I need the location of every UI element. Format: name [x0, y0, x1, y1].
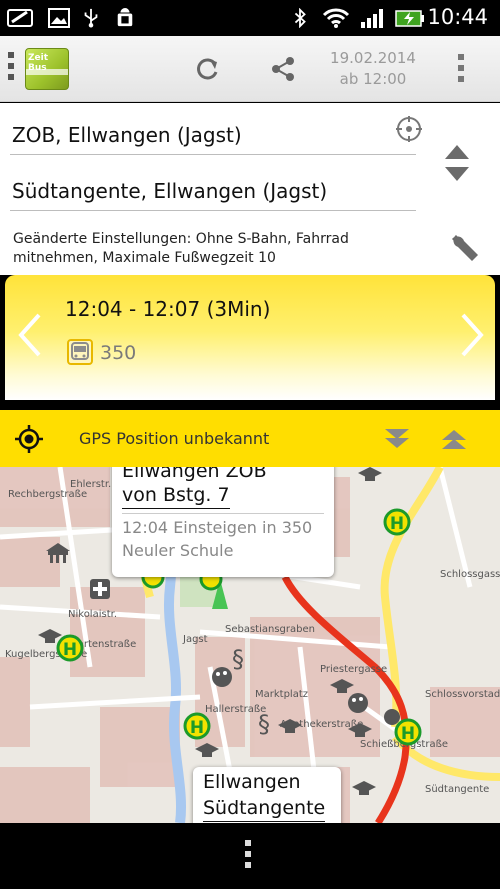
battery-charging-icon	[395, 10, 424, 27]
bus-icon	[67, 339, 93, 365]
street-label-rechberg: Rechbergstraße	[8, 489, 87, 500]
street-label-nikolai: Nikolaistr.	[68, 609, 117, 620]
refresh-icon[interactable]	[186, 48, 228, 90]
to-value: Südtangente, Ellwangen (Jagst)	[12, 179, 328, 203]
share-icon[interactable]	[262, 48, 304, 90]
bus-stop-icon[interactable]: H	[394, 718, 422, 746]
overflow-menu-icon[interactable]	[456, 54, 466, 86]
origin-divider	[122, 513, 324, 514]
status-time: 10:44	[427, 5, 488, 29]
connection-times: 12:04 - 12:07 (3Min)	[65, 297, 271, 321]
street-label-schlossgasse: Schlossgasse	[440, 569, 500, 580]
bus-stop-icon[interactable]: H	[183, 712, 211, 740]
from-value: ZOB, Ellwangen (Jagst)	[12, 123, 242, 147]
origin-detail-line-1: 12:04 Einsteigen in 350	[122, 518, 313, 537]
date-label: 19.02.2014	[330, 49, 416, 67]
street-label-jagst: Jagst	[182, 634, 208, 645]
street-label-priestergasse: Priestergasse	[320, 664, 387, 675]
screenshot-icon	[7, 9, 33, 27]
svg-text:§: §	[258, 710, 270, 738]
destination-info-bubble[interactable]: Ellwangen Südtangente	[193, 767, 341, 823]
menu-icon[interactable]	[245, 840, 253, 874]
street-label-suedtangente: Südtangente	[425, 784, 489, 795]
from-field[interactable]: ZOB, Ellwangen (Jagst)	[10, 111, 422, 155]
destination-title: Ellwangen	[203, 771, 301, 793]
usb-icon	[84, 8, 98, 28]
wrench-icon[interactable]	[448, 231, 480, 263]
date-time-selector[interactable]: 19.02.2014 ab 12:00	[318, 48, 428, 90]
gallery-icon	[48, 8, 70, 28]
status-bar: 10:44	[0, 0, 500, 36]
graduation-icon	[358, 467, 382, 481]
drawer-icon[interactable]	[8, 52, 20, 86]
bus-stop-icon[interactable]: H	[383, 508, 411, 536]
graduation-icon	[38, 629, 62, 643]
collapse-up-icon[interactable]	[440, 426, 468, 452]
action-bar: Zeit Bus 19.02.2014 ab 12:00	[0, 36, 500, 102]
settings-note[interactable]: Geänderte Einstellungen: Ohne S-Bahn, Fa…	[13, 230, 433, 268]
svg-text:H: H	[190, 718, 204, 738]
svg-text:§: §	[232, 645, 244, 673]
law-icon: §	[232, 645, 244, 673]
street-label-schlossvorstadt: Schlossvorstadt	[425, 689, 500, 700]
locate-icon[interactable]	[395, 115, 423, 143]
origin-info-bubble[interactable]: Ellwangen ZOB von Bstg. 7 12:04 Einsteig…	[112, 467, 334, 577]
swap-icon[interactable]	[441, 143, 473, 183]
gps-icon[interactable]	[14, 424, 44, 454]
gps-bar: GPS Position unbekannt	[0, 410, 500, 467]
map-view[interactable]: Rechbergstraße Ehlerstr. Kugelbergstraße…	[0, 467, 500, 823]
svg-text:H: H	[63, 640, 77, 660]
bluetooth-icon	[294, 8, 306, 28]
chevron-right-icon[interactable]	[457, 311, 487, 359]
route-form: ZOB, Ellwangen (Jagst) Südtangente, Ellw…	[0, 103, 500, 275]
law-icon: §	[258, 710, 270, 738]
graduation-icon	[352, 781, 376, 795]
origin-title: Ellwangen ZOB	[122, 467, 267, 482]
time-label: ab 12:00	[339, 70, 407, 88]
bus-stop-icon[interactable]: H	[56, 634, 84, 662]
to-field[interactable]: Südtangente, Ellwangen (Jagst)	[10, 167, 416, 211]
hospital-icon	[90, 579, 110, 599]
expand-down-icon[interactable]	[383, 426, 411, 452]
app-logo[interactable]: Zeit Bus	[25, 48, 69, 90]
street-label-marktplatz: Marktplatz	[255, 689, 308, 700]
origin-detail-line-2: Neuler Schule	[122, 541, 234, 560]
chevron-left-icon[interactable]	[15, 311, 45, 359]
signal-icon	[361, 9, 383, 28]
street-label-ehler: Ehlerstr.	[70, 479, 111, 490]
gps-status: GPS Position unbekannt	[79, 429, 270, 448]
navigation-bar	[0, 823, 500, 889]
connection-card[interactable]: 12:04 - 12:07 (3Min) 350	[5, 275, 495, 400]
svg-text:H: H	[401, 724, 415, 744]
origin-subtitle[interactable]: von Bstg. 7	[122, 483, 230, 509]
art-icon	[348, 693, 368, 713]
art-icon	[384, 709, 400, 725]
origin-detail: 12:04 Einsteigen in 350 Neuler Schule	[122, 516, 312, 562]
svg-text:H: H	[390, 514, 404, 534]
street-label-sebastiansgraben: Sebastiansgraben	[225, 624, 315, 635]
android-debug-icon	[117, 8, 133, 27]
art-icon	[212, 667, 232, 687]
wifi-icon	[322, 8, 350, 28]
line-number: 350	[100, 342, 137, 364]
destination-subtitle[interactable]: Südtangente	[203, 795, 326, 822]
